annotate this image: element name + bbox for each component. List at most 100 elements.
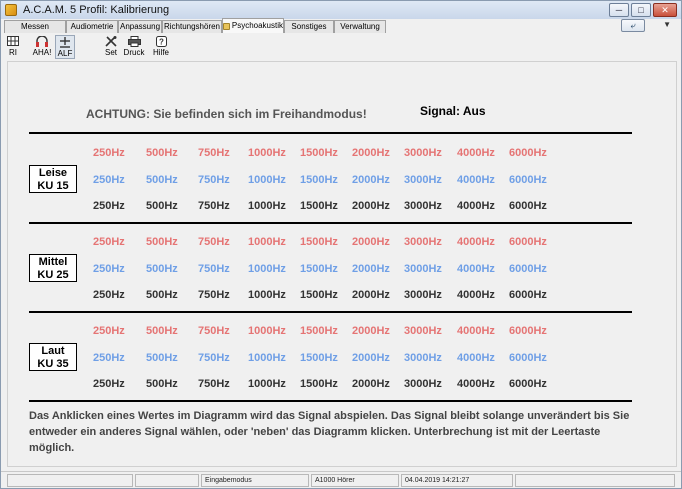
chevron-down-icon[interactable]: ▼ (663, 20, 671, 29)
freq-cell-dark[interactable]: 6000Hz (509, 289, 547, 301)
freq-cell-blue[interactable]: 3000Hz (404, 174, 442, 186)
freq-cell-red[interactable]: 750Hz (198, 325, 230, 337)
close-button[interactable]: ✕ (653, 3, 677, 17)
freq-cell-blue[interactable]: 6000Hz (509, 263, 547, 275)
toolbar-ri-button[interactable]: RI (5, 35, 21, 59)
freq-cell-blue[interactable]: 250Hz (93, 174, 125, 186)
freq-cell-red[interactable]: 750Hz (198, 147, 230, 159)
freq-cell-blue[interactable]: 2000Hz (352, 352, 390, 364)
freq-cell-red[interactable]: 500Hz (146, 325, 178, 337)
freq-cell-blue[interactable]: 3000Hz (404, 352, 442, 364)
freq-cell-dark[interactable]: 750Hz (198, 289, 230, 301)
tab-anpassung[interactable]: Anpassung (118, 20, 162, 33)
freq-cell-blue[interactable]: 500Hz (146, 352, 178, 364)
freq-cell-dark[interactable]: 3000Hz (404, 289, 442, 301)
freq-cell-blue[interactable]: 4000Hz (457, 263, 495, 275)
freq-cell-blue[interactable]: 1000Hz (248, 174, 286, 186)
freq-cell-red[interactable]: 2000Hz (352, 236, 390, 248)
freq-cell-red[interactable]: 6000Hz (509, 147, 547, 159)
toolbar-aha-button[interactable]: AHA! (31, 35, 53, 59)
freq-cell-dark[interactable]: 3000Hz (404, 200, 442, 212)
freq-cell-blue[interactable]: 4000Hz (457, 352, 495, 364)
freq-cell-red[interactable]: 250Hz (93, 147, 125, 159)
toolbar-alf-button[interactable]: ALF (55, 35, 75, 59)
freq-cell-dark[interactable]: 4000Hz (457, 200, 495, 212)
freq-cell-blue[interactable]: 1500Hz (300, 174, 338, 186)
freq-cell-dark[interactable]: 2000Hz (352, 200, 390, 212)
freq-cell-dark[interactable]: 750Hz (198, 200, 230, 212)
freq-cell-blue[interactable]: 250Hz (93, 263, 125, 275)
freq-cell-dark[interactable]: 750Hz (198, 378, 230, 390)
freq-cell-dark[interactable]: 6000Hz (509, 378, 547, 390)
freq-cell-blue[interactable]: 3000Hz (404, 263, 442, 275)
freq-cell-red[interactable]: 250Hz (93, 236, 125, 248)
freq-cell-red[interactable]: 750Hz (198, 236, 230, 248)
freq-cell-dark[interactable]: 250Hz (93, 378, 125, 390)
freq-cell-blue[interactable]: 1000Hz (248, 352, 286, 364)
freq-cell-dark[interactable]: 1000Hz (248, 289, 286, 301)
freq-cell-red[interactable]: 6000Hz (509, 325, 547, 337)
freq-cell-red[interactable]: 1500Hz (300, 236, 338, 248)
freq-cell-dark[interactable]: 4000Hz (457, 378, 495, 390)
tab-messen[interactable]: Messen (4, 20, 66, 33)
freq-cell-dark[interactable]: 500Hz (146, 200, 178, 212)
freq-cell-red[interactable]: 3000Hz (404, 147, 442, 159)
freq-cell-red[interactable]: 1500Hz (300, 147, 338, 159)
freq-cell-red[interactable]: 6000Hz (509, 236, 547, 248)
freq-cell-dark[interactable]: 1500Hz (300, 378, 338, 390)
freq-cell-blue[interactable]: 6000Hz (509, 174, 547, 186)
freq-cell-dark[interactable]: 2000Hz (352, 289, 390, 301)
freq-cell-blue[interactable]: 1500Hz (300, 263, 338, 275)
freq-cell-dark[interactable]: 4000Hz (457, 289, 495, 301)
freq-cell-blue[interactable]: 2000Hz (352, 263, 390, 275)
freq-cell-blue[interactable]: 750Hz (198, 263, 230, 275)
freq-cell-dark[interactable]: 250Hz (93, 289, 125, 301)
freq-cell-red[interactable]: 500Hz (146, 236, 178, 248)
freq-cell-red[interactable]: 250Hz (93, 325, 125, 337)
tab-psychoakustik[interactable]: Psychoakustik (222, 18, 284, 33)
freq-cell-blue[interactable]: 750Hz (198, 174, 230, 186)
freq-cell-red[interactable]: 2000Hz (352, 147, 390, 159)
freq-cell-red[interactable]: 500Hz (146, 147, 178, 159)
toolbar-hilfe-button[interactable]: ? Hilfe (151, 35, 171, 59)
freq-cell-dark[interactable]: 2000Hz (352, 378, 390, 390)
freq-cell-red[interactable]: 4000Hz (457, 147, 495, 159)
freq-cell-blue[interactable]: 750Hz (198, 352, 230, 364)
freq-cell-blue[interactable]: 500Hz (146, 174, 178, 186)
freq-cell-red[interactable]: 2000Hz (352, 325, 390, 337)
freq-cell-dark[interactable]: 6000Hz (509, 200, 547, 212)
freq-cell-dark[interactable]: 500Hz (146, 378, 178, 390)
freq-cell-red[interactable]: 4000Hz (457, 236, 495, 248)
toolbar-druck-button[interactable]: Druck (123, 35, 145, 59)
freq-cell-blue[interactable]: 1500Hz (300, 352, 338, 364)
freq-cell-blue[interactable]: 500Hz (146, 263, 178, 275)
freq-cell-dark[interactable]: 1500Hz (300, 200, 338, 212)
freq-cell-red[interactable]: 3000Hz (404, 325, 442, 337)
tab-richtungshoeren[interactable]: Richtungshören (162, 20, 222, 33)
toolbar-set-button[interactable]: Set (103, 35, 119, 59)
freq-cell-red[interactable]: 4000Hz (457, 325, 495, 337)
freq-cell-red[interactable]: 1000Hz (248, 236, 286, 248)
freq-cell-red[interactable]: 3000Hz (404, 236, 442, 248)
maximize-button[interactable]: □ (631, 3, 651, 17)
freq-cell-dark[interactable]: 1000Hz (248, 378, 286, 390)
freq-cell-dark[interactable]: 1500Hz (300, 289, 338, 301)
back-button[interactable]: ⤶ (621, 19, 645, 32)
freq-cell-red[interactable]: 1500Hz (300, 325, 338, 337)
freq-cell-blue[interactable]: 250Hz (93, 352, 125, 364)
freq-cell-red[interactable]: 1000Hz (248, 325, 286, 337)
freq-cell-dark[interactable]: 250Hz (93, 200, 125, 212)
freq-cell-dark[interactable]: 3000Hz (404, 378, 442, 390)
minimize-button[interactable]: ─ (609, 3, 629, 17)
freq-cell-blue[interactable]: 4000Hz (457, 174, 495, 186)
freq-cell-blue[interactable]: 2000Hz (352, 174, 390, 186)
freq-cell-red[interactable]: 1000Hz (248, 147, 286, 159)
window-controls: ─ □ ✕ (609, 3, 677, 17)
tab-sonstiges[interactable]: Sonstiges (284, 20, 334, 33)
freq-cell-dark[interactable]: 1000Hz (248, 200, 286, 212)
freq-cell-dark[interactable]: 500Hz (146, 289, 178, 301)
tab-audiometrie[interactable]: Audiometrie (66, 20, 118, 33)
freq-cell-blue[interactable]: 1000Hz (248, 263, 286, 275)
tab-verwaltung[interactable]: Verwaltung (334, 20, 386, 33)
freq-cell-blue[interactable]: 6000Hz (509, 352, 547, 364)
